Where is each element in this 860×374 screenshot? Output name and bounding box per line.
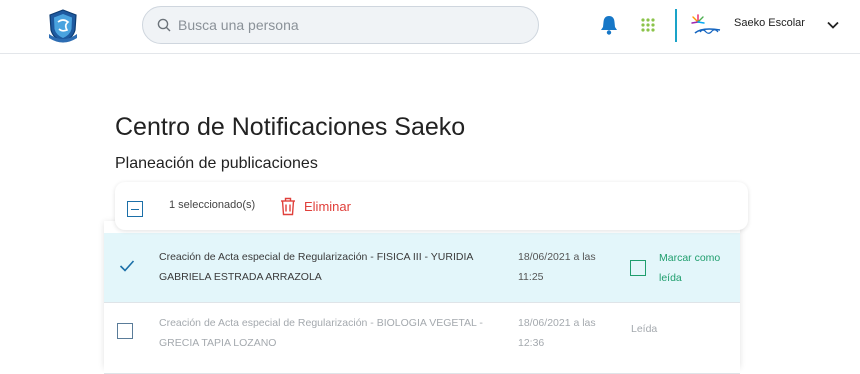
bell-icon[interactable]	[599, 14, 619, 36]
apps-grid-icon[interactable]	[641, 18, 655, 32]
mark-read-link[interactable]: Marcar como leída	[659, 248, 739, 288]
row-checkbox[interactable]	[117, 323, 133, 339]
notification-date: 18/06/2021 a las 12:36	[518, 317, 596, 349]
selection-toolbar: 1 seleccionado(s) Eliminar	[115, 182, 748, 230]
section-subtitle: Planeación de publicaciones	[115, 155, 318, 172]
user-name[interactable]: Saeko Escolar	[734, 17, 805, 29]
notification-title[interactable]: Creación de Acta especial de Regularizac…	[159, 247, 504, 287]
saeko-logo-icon	[690, 13, 722, 37]
header-divider	[675, 9, 677, 42]
school-logo-icon[interactable]	[46, 8, 80, 44]
trash-icon	[281, 197, 295, 215]
chevron-down-icon[interactable]	[826, 18, 840, 32]
delete-button[interactable]: Eliminar	[280, 195, 351, 217]
notification-date: 18/06/2021 a las 11:25	[518, 251, 596, 283]
top-navbar: Saeko Escolar	[0, 0, 860, 54]
page-title: Centro de Notificaciones Saeko	[115, 113, 466, 141]
search-input[interactable]	[178, 17, 508, 33]
selected-count: 1 seleccionado(s)	[169, 199, 256, 211]
check-icon[interactable]	[119, 259, 135, 273]
notification-row[interactable]: Creación de Acta especial de Regularizac…	[104, 304, 740, 374]
search-icon	[157, 18, 171, 32]
notification-row[interactable]: Creación de Acta especial de Regularizac…	[104, 233, 740, 303]
notification-list: Creación de Acta especial de Regularizac…	[104, 221, 740, 374]
notification-title[interactable]: Creación de Acta especial de Regularizac…	[159, 313, 504, 353]
mark-read-checkbox[interactable]	[630, 260, 646, 276]
select-all-checkbox[interactable]	[127, 201, 143, 217]
read-status-label: Leída	[631, 323, 658, 335]
search-bar[interactable]	[142, 6, 539, 44]
delete-label[interactable]: Eliminar	[304, 199, 351, 214]
